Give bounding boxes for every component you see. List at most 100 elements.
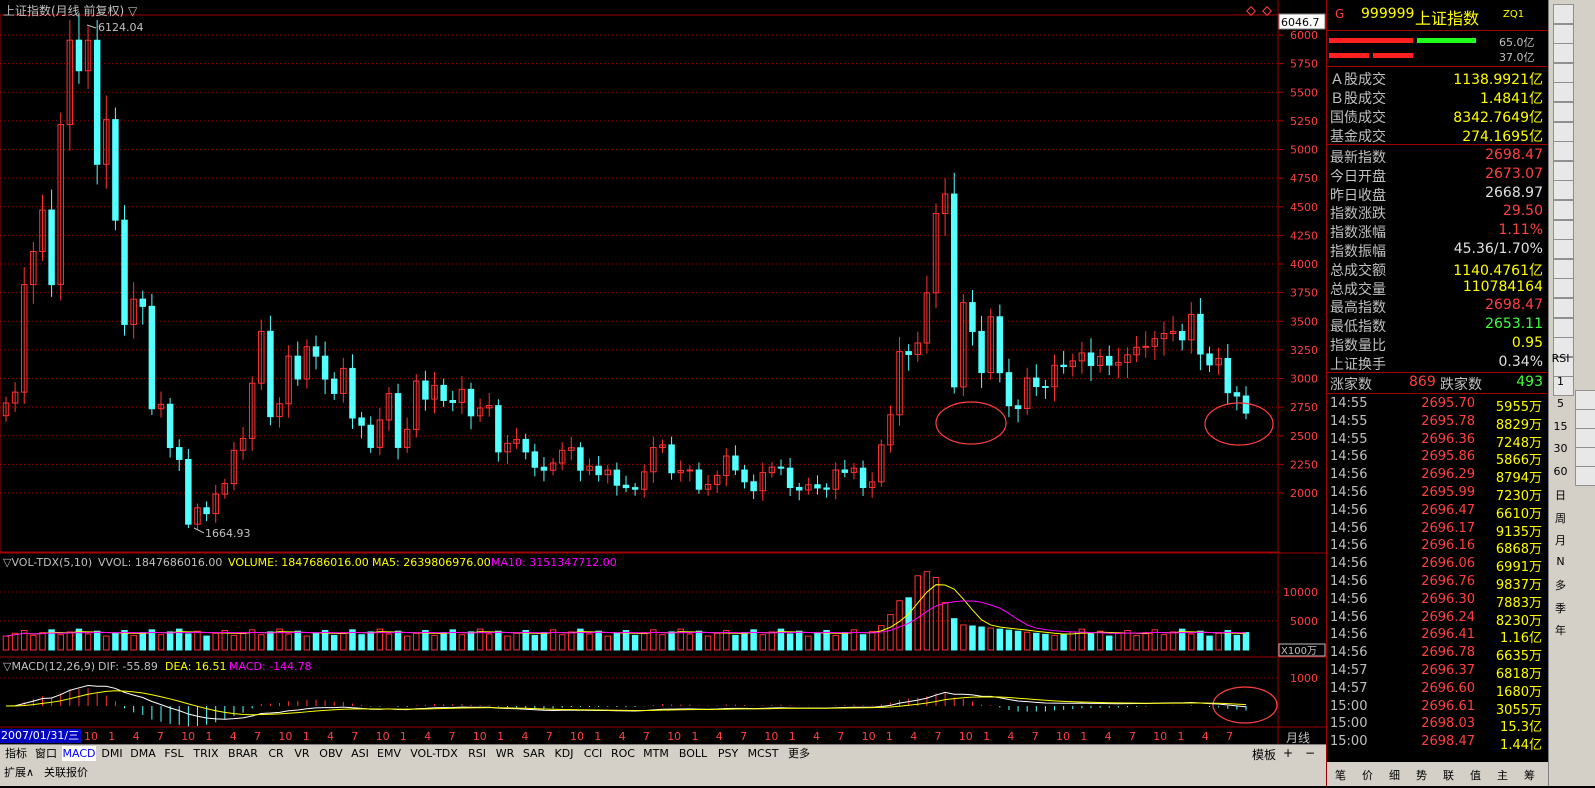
indicator-tab[interactable]: MCST (744, 746, 782, 761)
period-button-N[interactable]: N (1549, 555, 1572, 568)
tick-row[interactable]: 14:55 2695.78 8829万 (1327, 414, 1547, 433)
chart-icon[interactable] (1553, 121, 1574, 142)
indicator-tab[interactable]: 窗口 (32, 746, 60, 761)
pin-icon[interactable] (1553, 4, 1574, 24)
indicator-tab[interactable]: VOL-TDX (406, 746, 462, 761)
indicator-tab[interactable]: BOLL (674, 746, 712, 761)
down-arrow-icon[interactable] (1553, 82, 1574, 103)
period-button-60[interactable]: 60 (1549, 465, 1572, 478)
tick-row[interactable]: 14:56 2696.06 6991万 (1327, 556, 1547, 575)
quote-tab[interactable]: 笔 (1335, 767, 1346, 783)
indicator-tab[interactable]: MTM (640, 746, 672, 761)
marker-icon[interactable] (1575, 428, 1595, 448)
fund-icon[interactable] (1553, 278, 1574, 299)
period-button-年[interactable]: 年 (1549, 622, 1572, 638)
pen-icon[interactable] (1575, 409, 1595, 429)
zoom-out-button[interactable]: − (1305, 746, 1315, 760)
indicator-tab[interactable]: DMA (128, 746, 158, 761)
tick-row[interactable]: 14:56 2696.47 6610万 (1327, 503, 1547, 522)
expand-button[interactable]: 扩展∧ (4, 764, 34, 780)
indicator-tab[interactable]: ROC (608, 746, 638, 761)
zoom-in-button[interactable]: + (1283, 746, 1293, 760)
indicator-tab[interactable]: VR (290, 746, 314, 761)
chart-icon[interactable] (1553, 298, 1574, 318)
indicator-tab[interactable]: EMV (374, 746, 404, 761)
tick-row[interactable]: 14:56 2696.76 9837万 (1327, 574, 1547, 593)
list-icon[interactable] (1553, 258, 1574, 279)
tick-row[interactable]: 15:00 2698.03 15.3亿 (1327, 716, 1547, 735)
indicator-tab[interactable]: PSY (714, 746, 742, 761)
up-arrow-icon[interactable] (1553, 43, 1574, 64)
quote-tab[interactable]: 主 (1497, 767, 1508, 783)
indicator-tab[interactable]: TRIX (190, 746, 222, 761)
refresh-icon[interactable] (1575, 447, 1595, 467)
period-button-1[interactable]: 1 (1549, 375, 1572, 388)
indicator-tab[interactable]: DMI (98, 746, 126, 761)
quote-tab[interactable]: 值 (1470, 767, 1481, 783)
indicator-tab[interactable]: CCI (580, 746, 606, 761)
period-button-周[interactable]: 周 (1549, 510, 1572, 526)
indicator-tab[interactable]: KDJ (550, 746, 578, 761)
indicator-tab[interactable]: OBV (316, 746, 346, 761)
indicator-tab[interactable]: RSI (464, 746, 490, 761)
quote-tab[interactable]: 价 (1362, 767, 1373, 783)
grid-icon[interactable] (1575, 466, 1595, 486)
tick-row[interactable]: 14:56 2696.24 8230万 (1327, 610, 1547, 629)
window-icon[interactable] (1553, 239, 1574, 260)
period-button-RSI[interactable]: RSI (1549, 352, 1572, 365)
f10-icon[interactable] (1553, 317, 1574, 338)
indicator-tab[interactable]: ASI (348, 746, 372, 761)
quote-tab[interactable]: 势 (1416, 767, 1427, 783)
chart-area[interactable]: 6000 5750 5500 5250 5000 4750 4500 4250 4000 3750… (0, 0, 1326, 770)
indicator-tab[interactable]: BRAR (224, 746, 262, 761)
period-button-日[interactable]: 日 (1549, 487, 1572, 503)
tick-row[interactable]: 14:55 2695.70 5955万 (1327, 396, 1547, 415)
volume-bar (951, 618, 958, 651)
tick-row[interactable]: 14:55 2696.36 7248万 (1327, 432, 1547, 451)
indicator-tab[interactable]: 更多 (784, 746, 814, 761)
period-button-5[interactable]: 5 (1549, 397, 1572, 410)
chart-canvas[interactable]: 6000 5750 5500 5250 5000 4750 4500 4250 4000 3750… (0, 0, 1326, 744)
period-button-30[interactable]: 30 (1549, 442, 1572, 455)
tick-row[interactable]: 14:56 2696.30 7883万 (1327, 592, 1547, 611)
indicator-tab[interactable]: FSL (160, 746, 188, 761)
candle-icon[interactable] (1553, 180, 1574, 201)
tick-row[interactable]: 14:56 2695.86 5866万 (1327, 449, 1547, 468)
up-arrow-icon[interactable] (1553, 23, 1574, 44)
line-chart-icon[interactable] (1553, 141, 1574, 162)
tick-row[interactable]: 15:00 2698.47 1.44亿 (1327, 734, 1547, 753)
tick-price: 2696.60 (1421, 680, 1475, 696)
tick-row[interactable]: 14:56 2696.41 1.16亿 (1327, 627, 1547, 646)
period-button-季[interactable]: 季 (1549, 600, 1572, 616)
trend-icon[interactable] (1553, 200, 1574, 220)
period-button-15[interactable]: 15 (1549, 420, 1572, 433)
indicator-tab[interactable]: WR (492, 746, 518, 761)
volume-pane-name[interactable]: ▽VOL-TDX(5,10) (3, 556, 92, 569)
related-quotes-button[interactable]: 关联报价 (44, 764, 88, 780)
quote-tab[interactable]: 细 (1389, 767, 1400, 783)
chart-icon[interactable] (1553, 219, 1574, 240)
macd-pane-name[interactable]: ▽MACD(12,26,9) (3, 660, 95, 673)
period-button-多[interactable]: 多 (1549, 577, 1572, 593)
quote-tab[interactable]: 联 (1443, 767, 1454, 783)
tick-row[interactable]: 14:56 2695.99 7230万 (1327, 485, 1547, 504)
tick-row[interactable]: 14:56 2696.29 8794万 (1327, 467, 1547, 486)
quote-tab[interactable]: 筹 (1524, 767, 1535, 783)
grid-icon[interactable] (1553, 102, 1574, 122)
indicator-tab[interactable]: CR (264, 746, 288, 761)
move-icon[interactable] (1575, 390, 1595, 410)
template-button[interactable]: 模板 (1252, 746, 1276, 763)
tick-row[interactable]: 14:56 2696.78 6635万 (1327, 645, 1547, 664)
tick-row[interactable]: 14:56 2696.17 9135万 (1327, 521, 1547, 540)
tick-row[interactable]: 15:00 2696.61 3055万 (1327, 699, 1547, 718)
indicator-tab[interactable]: MACD (62, 746, 96, 761)
indicator-tab[interactable]: 指标 (2, 746, 30, 761)
tick-row[interactable]: 14:57 2696.37 6818万 (1327, 663, 1547, 682)
tick-row[interactable]: 14:56 2696.16 6868万 (1327, 538, 1547, 557)
indicator-tab[interactable]: SAR (520, 746, 548, 761)
down-arrow-icon[interactable] (1553, 62, 1574, 83)
tick-row[interactable]: 14:57 2696.60 1680万 (1327, 680, 1547, 700)
main-chart-title[interactable]: 上证指数(月线 前复权) ▽ (3, 2, 137, 19)
bar-chart-icon[interactable] (1553, 160, 1574, 181)
period-button-月[interactable]: 月 (1549, 532, 1572, 548)
